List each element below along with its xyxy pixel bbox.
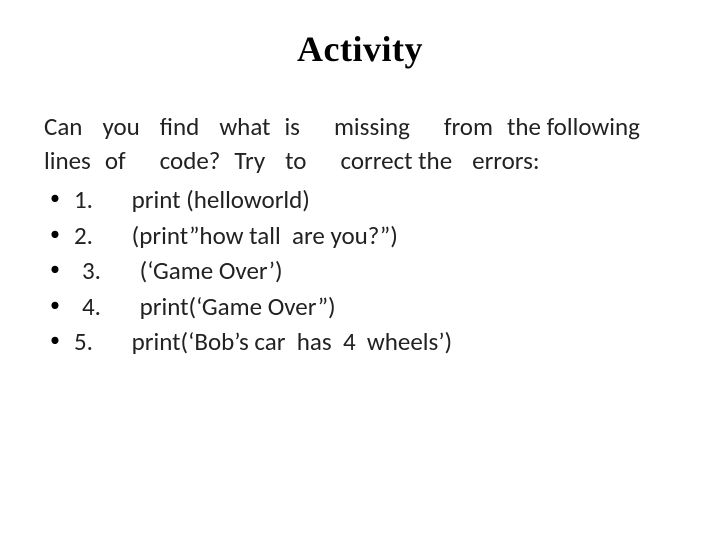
item-code: print (helloworld) [132,184,310,215]
slide-body: Canyoufindwhatismissingfromthe following… [44,110,676,360]
item-number: 1. [74,182,126,218]
list-item: 5. print(‘Bob’s car has 4 wheels’) [44,324,676,360]
intro-text: Canyoufindwhatismissingfromthe following… [44,110,676,178]
item-number: 5. [74,324,126,360]
item-code: (print”how tall are you?”) [132,220,398,251]
item-code: print(‘Game Over”) [140,291,336,322]
list-item: 3. (‘Game Over’) [44,253,676,289]
slide-title: Activity [44,28,676,70]
item-number: 2. [74,218,126,254]
list-item: 4. print(‘Game Over”) [44,289,676,325]
slide: Activity Canyoufindwhatismissingfromthe … [0,0,720,540]
item-code: print(‘Bob’s car has 4 wheels’) [132,326,452,357]
item-number: 4. [74,289,134,325]
list-item: 1. print (helloworld) [44,182,676,218]
item-code: (‘Game Over’) [140,255,283,286]
item-number: 3. [74,253,134,289]
list-item: 2. (print”how tall are you?”) [44,218,676,254]
bullet-list: 1. print (helloworld) 2. (print”how tall… [44,182,676,360]
